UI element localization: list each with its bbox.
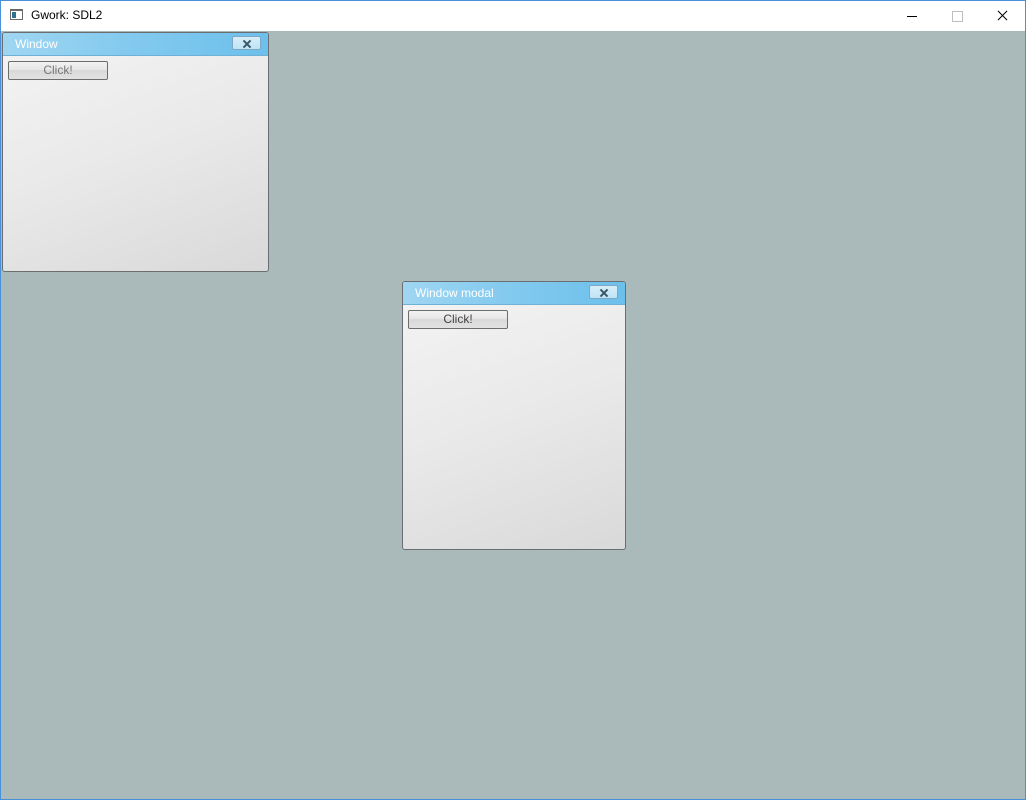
modal-click-button[interactable]: Click! [408,310,508,329]
app-window-icon [10,9,23,20]
gwork-window[interactable]: Window Click! [2,32,269,272]
gwork-modal-titlebar[interactable]: Window modal [403,282,625,305]
maximize-button[interactable] [934,1,980,31]
gwork-modal-title: Window modal [415,286,494,300]
gwork-modal-window[interactable]: Window modal Click! [402,281,626,550]
gwork-window-close-button[interactable] [232,36,261,50]
click-button[interactable]: Click! [8,61,108,80]
gwork-window-title: Window [15,37,58,51]
app-window: Gwork: SDL2 Window Click! Window modal C… [0,0,1026,800]
gwork-window-titlebar[interactable]: Window [3,33,268,56]
close-window-button[interactable] [979,1,1025,31]
gwork-modal-close-button[interactable] [589,285,618,299]
app-titlebar[interactable]: Gwork: SDL2 [1,1,1025,31]
app-title: Gwork: SDL2 [31,8,103,22]
minimize-button[interactable] [889,1,935,31]
